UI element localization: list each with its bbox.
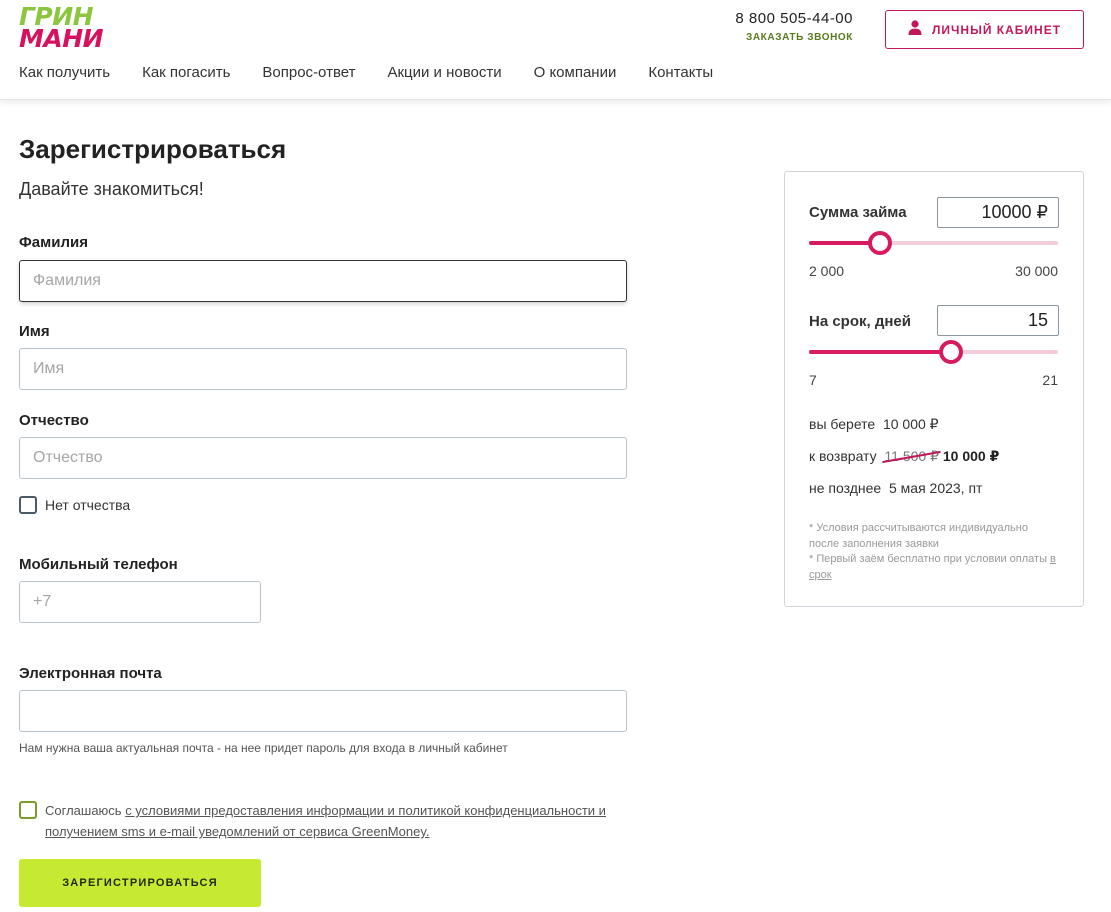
note-first-loan: * Первый заём бесплатно при условии опла… <box>809 552 1059 583</box>
page-title: Зарегистрироваться <box>19 134 287 164</box>
name-input[interactable] <box>19 348 627 390</box>
email-label: Электронная почта <box>19 665 162 682</box>
take-value: 10 000 ₽ <box>882 416 939 432</box>
loan-calculator: Сумма займа 10000 ₽ 2 000 30 000 На срок… <box>784 171 1084 607</box>
term-slider-fill <box>809 350 952 354</box>
amount-slider-thumb[interactable] <box>868 231 893 255</box>
amount-min: 2 000 <box>809 263 845 279</box>
main-nav: Как получить Как погасить Вопрос-ответ А… <box>19 63 745 83</box>
nav-item-how-to-repay[interactable]: Как погасить <box>142 63 230 83</box>
agree-terms-link[interactable]: с условиями предоставления информации и … <box>45 803 606 839</box>
note-individual-terms: * Условия рассчитываются индивидуально п… <box>809 522 1028 550</box>
phone-block: 8 800 505-44-00 ЗАКАЗАТЬ ЗВОНОК <box>735 10 853 43</box>
register-button[interactable]: ЗАРЕГИСТРИРОВАТЬСЯ <box>19 859 261 907</box>
personal-cabinet-button[interactable]: ЛИЧНЫЙ КАБИНЕТ <box>885 10 1084 49</box>
nav-item-contacts[interactable]: Контакты <box>648 63 713 83</box>
agree-checkbox[interactable] <box>19 801 37 819</box>
return-old-price: 11 500 ₽ <box>884 448 939 464</box>
term-max: 21 <box>1042 372 1058 388</box>
no-patronymic-checkbox[interactable] <box>19 496 37 514</box>
name-label: Имя <box>19 323 50 340</box>
note-first-loan-text: * Первый заём бесплатно при условии опла… <box>809 553 1051 565</box>
return-row: к возврату 11 500 ₽ 10 000 ₽ <box>809 448 999 465</box>
logo[interactable]: ГРИН МАНИ <box>19 4 114 53</box>
deadline-label: не позднее <box>809 480 882 496</box>
surname-input[interactable] <box>19 260 627 302</box>
site-header: ГРИН МАНИ Как получить Как погасить Вопр… <box>0 0 1111 100</box>
no-patronymic-label[interactable]: Нет отчества <box>45 497 130 513</box>
patronymic-label: Отчество <box>19 412 89 429</box>
email-input[interactable] <box>19 690 627 732</box>
personal-cabinet-label: ЛИЧНЫЙ КАБИНЕТ <box>931 22 1062 37</box>
return-new-price: 10 000 ₽ <box>942 448 1000 464</box>
amount-input[interactable]: 10000 ₽ <box>937 197 1059 228</box>
user-icon <box>908 19 922 40</box>
term-input[interactable]: 15 <box>937 305 1059 336</box>
take-label: вы берете <box>809 416 876 432</box>
nav-item-promotions[interactable]: Акции и новости <box>387 63 501 83</box>
calculator-notes: * Условия рассчитываются индивидуально п… <box>809 521 1059 583</box>
phone-input[interactable] <box>19 581 261 623</box>
email-hint: Нам нужна ваша актуальная почта - на нее… <box>19 741 508 755</box>
surname-label: Фамилия <box>19 234 88 251</box>
agree-prefix: Соглашаюсь <box>45 803 126 818</box>
term-slider-thumb[interactable] <box>939 340 964 364</box>
page-subtitle: Давайте знакомиться! <box>19 179 204 199</box>
logo-bottom-text: МАНИ <box>19 24 104 53</box>
term-slider[interactable] <box>809 340 1058 364</box>
amount-max: 30 000 <box>1015 263 1058 279</box>
patronymic-input[interactable] <box>19 437 627 479</box>
amount-slider[interactable] <box>809 231 1058 255</box>
nav-item-about[interactable]: О компании <box>534 63 617 83</box>
request-call-link[interactable]: ЗАКАЗАТЬ ЗВОНОК <box>735 32 853 43</box>
return-label: к возврату <box>809 448 877 464</box>
term-min: 7 <box>809 372 817 388</box>
deadline-value: 5 мая 2023, пт <box>888 480 983 496</box>
agree-text: Соглашаюсь с условиями предоставления ин… <box>45 800 625 842</box>
phone-label: Мобильный телефон <box>19 556 178 573</box>
amount-label: Сумма займа <box>809 204 907 221</box>
deadline-row: не позднее 5 мая 2023, пт <box>809 480 982 496</box>
nav-item-how-to-get[interactable]: Как получить <box>19 63 110 83</box>
phone-number[interactable]: 8 800 505-44-00 <box>735 10 853 27</box>
take-row: вы берете 10 000 ₽ <box>809 416 939 433</box>
nav-item-faq[interactable]: Вопрос-ответ <box>262 63 355 83</box>
term-label: На срок, дней <box>809 313 911 330</box>
